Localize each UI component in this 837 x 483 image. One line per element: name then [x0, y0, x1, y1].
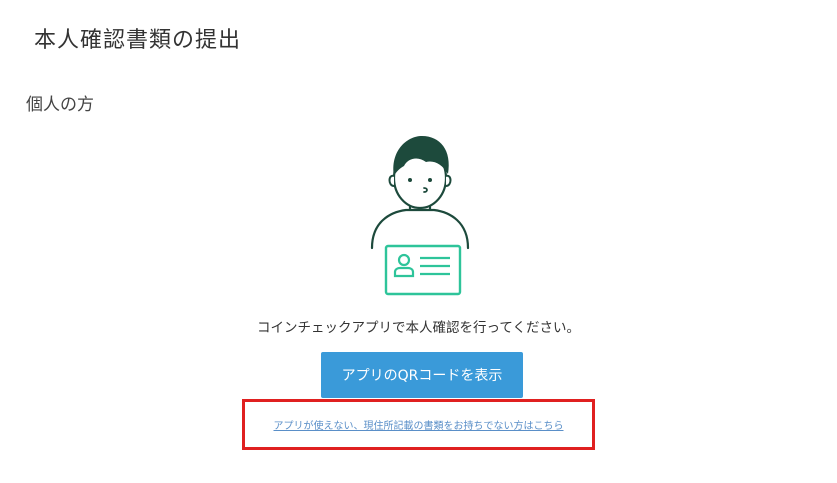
- left-ear: [388, 174, 395, 187]
- person-with-id-card-icon: [370, 136, 470, 296]
- page-title: 本人確認書類の提出: [34, 28, 242, 53]
- body-outline: [370, 208, 470, 250]
- left-eye: [408, 178, 412, 182]
- section-title: 個人の方: [26, 95, 94, 115]
- show-qr-code-button[interactable]: アプリのQRコードを表示: [321, 352, 523, 398]
- right-ear: [445, 174, 452, 187]
- instruction-text: コインチェックアプリで本人確認を行ってください。: [257, 320, 580, 336]
- right-eye: [428, 178, 432, 182]
- alternative-method-link[interactable]: アプリが使えない、現住所記載の書類をお持ちでない方はこちら: [242, 417, 595, 432]
- id-card: [384, 244, 462, 296]
